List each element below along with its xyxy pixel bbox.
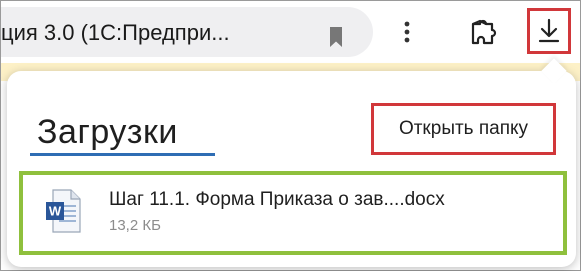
download-file-size: 13,2 КБ: [109, 217, 161, 234]
address-bar[interactable]: ция 3.0 (1С:Предпри...: [1, 7, 373, 57]
extensions-icon: [471, 19, 497, 45]
browser-window: ция 3.0 (1С:Предпри... Загрузки Открыть …: [0, 0, 581, 271]
downloads-title: Загрузки: [37, 113, 178, 151]
download-file-name: Шаг 11.1. Форма Приказа о зав....docx: [109, 189, 445, 210]
bookmark-icon[interactable]: [328, 26, 344, 48]
extensions-button[interactable]: [463, 11, 505, 53]
word-document-icon: W: [46, 189, 81, 233]
download-icon: [538, 18, 560, 43]
download-item[interactable]: W Шаг 11.1. Форма Приказа о зав....docx …: [19, 171, 567, 255]
svg-text:W: W: [49, 204, 62, 219]
more-vertical-icon: [404, 21, 410, 43]
more-menu-button[interactable]: [386, 11, 428, 53]
open-folder-button[interactable]: Открыть папку: [371, 103, 556, 155]
downloads-button[interactable]: [527, 8, 571, 54]
title-underline: [30, 153, 215, 156]
downloads-popup: Загрузки Открыть папку W Шаг 11.1. Форма…: [7, 58, 576, 267]
address-text: ция 3.0 (1С:Предпри...: [1, 20, 230, 45]
browser-toolbar: ция 3.0 (1С:Предпри...: [1, 1, 580, 67]
